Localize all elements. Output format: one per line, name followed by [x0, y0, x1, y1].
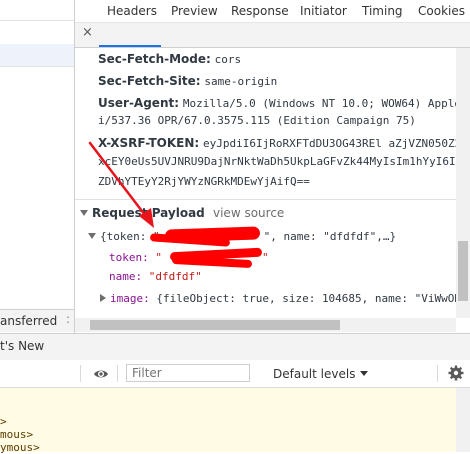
- horizontal-scrollbar-thumb[interactable]: [90, 320, 340, 330]
- token-key: token:: [109, 251, 149, 264]
- payload-summary-suffix: ", name: "dfdfdf",…}: [263, 230, 397, 243]
- tab-headers[interactable]: Headers: [107, 4, 157, 18]
- tab-initiator[interactable]: Initiator: [300, 4, 347, 18]
- expand-triangle-icon: [88, 233, 96, 239]
- console-line: ymous>: [0, 441, 40, 454]
- collapsed-triangle-icon: [100, 294, 106, 302]
- request-payload-toggle[interactable]: Request Payload: [80, 206, 205, 220]
- toolbar-separator: [437, 365, 438, 382]
- chevron-down-icon: [360, 371, 369, 376]
- view-source-link[interactable]: view source: [213, 206, 284, 220]
- eye-icon[interactable]: [93, 366, 109, 382]
- console-line: >: [0, 415, 7, 428]
- console-scrollbar[interactable]: [456, 388, 470, 452]
- tab-response[interactable]: Response: [231, 4, 289, 18]
- tab-whats-new[interactable]: t's New: [0, 339, 44, 353]
- header-name: User-Agent:: [98, 96, 180, 110]
- header-name: Sec-Fetch-Site:: [98, 74, 201, 88]
- payload-name-row: name: "dfdfdf": [109, 270, 202, 283]
- header-xsrf-token-cont1: xcEY0eUs5UVJNRU9DajNrNktWaDh5UkpLaGFvZk4…: [98, 155, 456, 168]
- left-panel-header: [0, 0, 74, 21]
- section-divider: [75, 199, 456, 200]
- header-name: Sec-Fetch-Mode:: [98, 52, 211, 66]
- header-xsrf-token-cont2: ZDVhYTEyY2RjYWYzNGRkMDEwYjAifQ==: [98, 175, 310, 188]
- toolbar-separator: [117, 365, 118, 382]
- header-value: same-origin: [204, 75, 278, 88]
- image-value: {fileObject: true, size: 104685, name: "…: [156, 292, 462, 305]
- header-user-agent-cont: i/537.36 OPR/67.0.3575.115 (Edition Camp…: [98, 114, 416, 127]
- header-value: eyJpdiI6IjRoRXFTdDU3OG43REl aZjVZN050Z2c…: [203, 137, 470, 150]
- header-xsrf-token: X-XSRF-TOKEN: eyJpdiI6IjRoRXFTdDU3OG43RE…: [98, 136, 470, 150]
- toolbar-separator: [80, 365, 81, 382]
- row-divider: [0, 66, 74, 67]
- console-output: [0, 388, 470, 452]
- selected-request-row[interactable]: [0, 44, 74, 66]
- gear-icon[interactable]: [447, 364, 465, 382]
- payload-image-row[interactable]: image: {fileObject: true, size: 104685, …: [100, 292, 461, 305]
- header-value: Mozilla/5.0 (Windows NT 10.0; WOW64) App…: [182, 97, 470, 110]
- name-key: name:: [109, 270, 143, 283]
- console-filter-input[interactable]: [126, 364, 250, 382]
- header-value: cors: [214, 53, 242, 66]
- console-line: mous>: [0, 428, 34, 441]
- log-levels-label: Default levels: [273, 367, 356, 381]
- token-value-open: ": [155, 251, 162, 264]
- token-value-close: ": [262, 251, 269, 264]
- close-icon[interactable]: ×: [82, 25, 93, 40]
- name-value: "dfdfdf": [148, 270, 202, 283]
- request-payload-title: Request Payload: [92, 206, 205, 220]
- status-separator: :: [66, 312, 71, 326]
- tab-timing[interactable]: Timing: [362, 4, 403, 18]
- transferred-status: ansferred: [0, 309, 75, 332]
- transferred-label: ansferred: [0, 314, 58, 328]
- header-sec-fetch-site: Sec-Fetch-Site: same-origin: [98, 74, 277, 88]
- header-user-agent: User-Agent: Mozilla/5.0 (Windows NT 10.0…: [98, 96, 470, 110]
- active-tab-indicator: [99, 45, 161, 47]
- header-sec-fetch-mode: Sec-Fetch-Mode: cors: [98, 52, 241, 66]
- header-name: X-XSRF-TOKEN:: [98, 136, 200, 150]
- tab-cookies[interactable]: Cookies: [418, 4, 465, 18]
- expand-triangle-icon: [80, 210, 88, 216]
- drawer-tab-bar: [0, 333, 470, 361]
- vertical-scrollbar-thumb[interactable]: [458, 241, 468, 301]
- tab-preview[interactable]: Preview: [171, 4, 218, 18]
- image-key: image:: [110, 292, 150, 305]
- log-levels-dropdown[interactable]: Default levels: [273, 367, 369, 381]
